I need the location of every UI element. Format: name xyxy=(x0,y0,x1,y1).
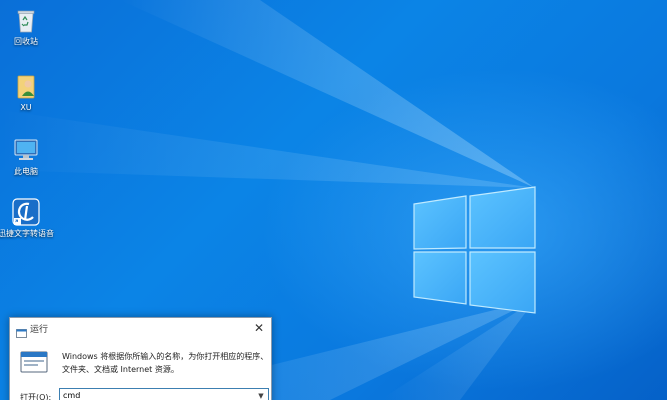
desktop-icon-label: 回收站 xyxy=(14,37,38,46)
desktop-icon-label: 此电脑 xyxy=(14,167,38,176)
this-pc-icon xyxy=(12,136,40,164)
desktop-icon-text-to-speech[interactable]: 迅捷文字转语音 xyxy=(0,198,54,239)
desktop-icon-user-folder[interactable]: XU xyxy=(0,72,54,113)
user-folder-icon xyxy=(12,72,40,100)
description-line: 文件夹、文档或 Internet 资源。 xyxy=(62,365,179,374)
close-button[interactable]: ✕ xyxy=(249,318,269,338)
description-line: Windows 将根据你所输入的名称，为你打开相应的程序、 xyxy=(62,352,269,361)
desktop-icon-label: 迅捷文字转语音 xyxy=(0,229,54,238)
run-dialog-description: Windows 将根据你所输入的名称，为你打开相应的程序、 文件夹、文档或 In… xyxy=(62,350,269,376)
desktop-icon-this-pc[interactable]: 此电脑 xyxy=(0,136,54,177)
open-label: 打开(O): xyxy=(20,393,52,400)
run-icon xyxy=(20,351,48,373)
desktop-icon-recycle-bin[interactable]: 回收站 xyxy=(0,6,54,47)
run-dialog: 运行 ✕ Windows 将根据你所输入的名称，为你打开相应的程序、 文件夹、文… xyxy=(9,317,272,400)
open-input[interactable]: cmd ▼ xyxy=(59,388,269,400)
desktop: 回收站 XU 此电脑 迅捷文字转语音 运行 ✕ Windows 将根据你所输入的… xyxy=(0,0,667,400)
close-icon: ✕ xyxy=(253,321,265,335)
run-icon xyxy=(16,323,27,338)
recycle-bin-icon xyxy=(12,6,40,34)
run-dialog-titlebar[interactable]: 运行 ✕ xyxy=(10,318,271,338)
run-dialog-title: 运行 xyxy=(30,325,49,335)
open-input-value: cmd xyxy=(63,391,81,400)
text-to-speech-app-icon xyxy=(12,198,40,226)
desktop-icon-label: XU xyxy=(20,103,32,112)
chevron-down-icon[interactable]: ▼ xyxy=(256,390,266,400)
